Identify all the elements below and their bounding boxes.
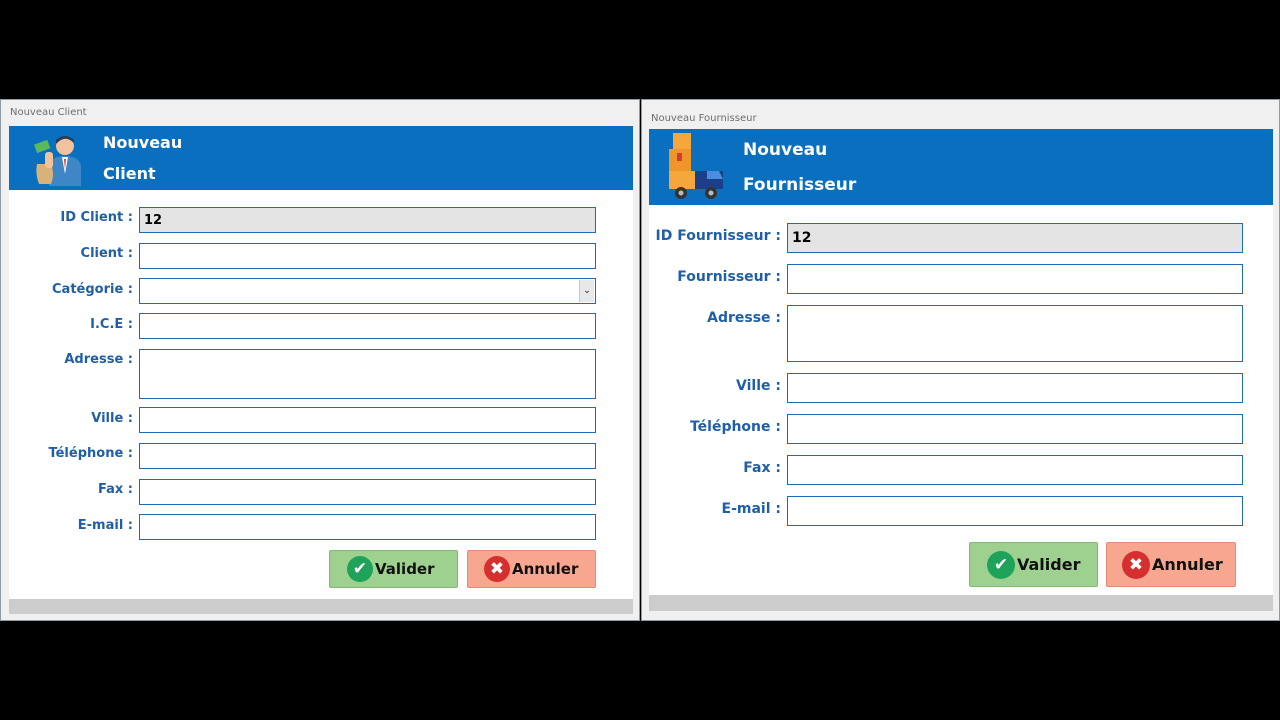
validate-button-label: Valider bbox=[1017, 555, 1081, 574]
telephone-input[interactable] bbox=[787, 414, 1243, 444]
validate-button[interactable]: ✔ Valider bbox=[329, 550, 458, 588]
cancel-button-label: Annuler bbox=[1152, 555, 1223, 574]
chevron-down-icon[interactable]: ⌄ bbox=[579, 280, 594, 302]
ville-input[interactable] bbox=[139, 407, 596, 433]
supplier-window: Nouveau Fournisseur Nouveau Fournisseur … bbox=[641, 99, 1280, 621]
telephone-input[interactable] bbox=[139, 443, 596, 469]
label-email: E-mail : bbox=[77, 518, 133, 533]
id-client-field[interactable]: 12 bbox=[139, 207, 596, 233]
banner: Nouveau Client bbox=[9, 126, 633, 190]
window-title: Nouveau Client bbox=[10, 107, 87, 118]
label-categorie: Catégorie : bbox=[52, 282, 133, 297]
email-input[interactable] bbox=[139, 514, 596, 540]
status-bar bbox=[649, 595, 1273, 611]
supplier-form-panel: Nouveau Fournisseur ID Fournisseur : Fou… bbox=[649, 129, 1273, 611]
adresse-textarea[interactable] bbox=[139, 349, 596, 399]
label-fax: Fax : bbox=[743, 460, 781, 476]
email-input[interactable] bbox=[787, 496, 1243, 526]
validate-button-label: Valider bbox=[375, 560, 435, 578]
fax-input[interactable] bbox=[139, 479, 596, 505]
client-window: Nouveau Client Nouveau Client ID Client … bbox=[0, 99, 640, 621]
categorie-select[interactable]: ⌄ bbox=[139, 278, 596, 304]
label-ice: I.C.E : bbox=[90, 317, 133, 332]
status-bar bbox=[9, 599, 633, 614]
validate-button[interactable]: ✔ Valider bbox=[969, 542, 1098, 587]
id-fournisseur-field[interactable]: 12 bbox=[787, 223, 1243, 253]
adresse-textarea[interactable] bbox=[787, 305, 1243, 362]
check-icon: ✔ bbox=[987, 550, 1015, 579]
delivery-truck-icon bbox=[669, 133, 723, 199]
banner-title-line1: Nouveau bbox=[743, 140, 828, 160]
label-telephone: Téléphone : bbox=[689, 419, 781, 435]
cancel-button-label: Annuler bbox=[512, 560, 579, 578]
check-icon: ✔ bbox=[347, 556, 373, 582]
banner-title-line2: Client bbox=[103, 164, 156, 183]
label-ville: Ville : bbox=[91, 411, 133, 426]
close-icon: ✖ bbox=[484, 556, 510, 582]
client-form-panel: Nouveau Client ID Client : Client : Caté… bbox=[9, 126, 633, 614]
label-id-fournisseur: ID Fournisseur : bbox=[655, 228, 781, 244]
banner: Nouveau Fournisseur bbox=[649, 129, 1273, 205]
fournisseur-name-input[interactable] bbox=[787, 264, 1243, 294]
person-with-money-icon bbox=[34, 136, 81, 186]
label-id-client: ID Client : bbox=[60, 210, 133, 225]
ice-input[interactable] bbox=[139, 313, 596, 339]
label-client: Client : bbox=[80, 246, 133, 261]
banner-title-line2: Fournisseur bbox=[743, 175, 857, 195]
ville-input[interactable] bbox=[787, 373, 1243, 403]
label-fournisseur: Fournisseur : bbox=[677, 269, 781, 285]
client-name-input[interactable] bbox=[139, 243, 596, 269]
label-adresse: Adresse : bbox=[707, 310, 781, 326]
banner-title-line1: Nouveau bbox=[103, 133, 183, 152]
label-adresse: Adresse : bbox=[64, 352, 133, 367]
cancel-button[interactable]: ✖ Annuler bbox=[1106, 542, 1236, 587]
label-telephone: Téléphone : bbox=[48, 446, 133, 461]
window-title: Nouveau Fournisseur bbox=[651, 113, 757, 124]
cancel-button[interactable]: ✖ Annuler bbox=[467, 550, 596, 588]
label-fax: Fax : bbox=[97, 482, 133, 497]
fax-input[interactable] bbox=[787, 455, 1243, 485]
close-icon: ✖ bbox=[1122, 550, 1150, 579]
label-email: E-mail : bbox=[721, 501, 781, 517]
label-ville: Ville : bbox=[736, 378, 781, 394]
